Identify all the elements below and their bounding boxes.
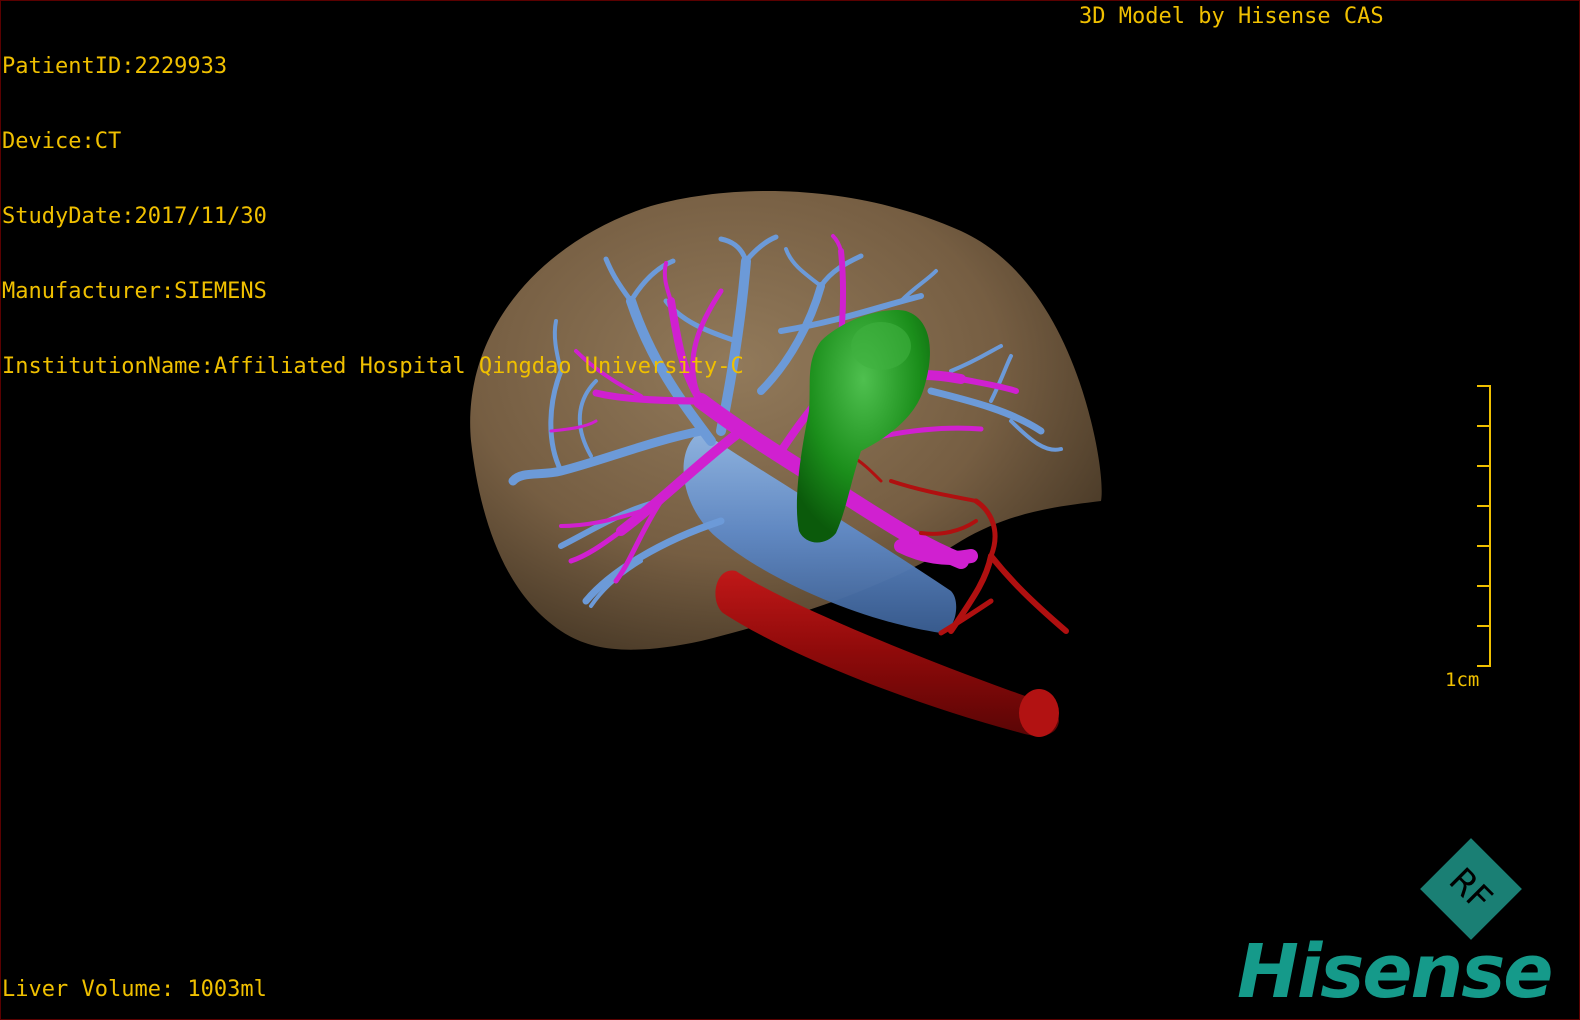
liver-volume-text: Liver Volume: 1003ml <box>2 977 267 1002</box>
patient-id-text: PatientID:2229933 <box>2 54 228 79</box>
hisense-logo: Hisense <box>1237 929 1553 1015</box>
device-text: Device:CT <box>2 129 122 154</box>
scale-bar <box>1477 385 1491 667</box>
study-date-text: StudyDate:2017/11/30 <box>2 204 267 229</box>
3d-viewer[interactable]: PatientID:2229933 Device:CT StudyDate:20… <box>0 0 1580 1020</box>
scale-label: 1cm <box>1445 669 1480 691</box>
institution-text: InstitutionName:Affiliated Hospital Qing… <box>2 354 744 379</box>
dicom-info-block: PatientID:2229933 Device:CT StudyDate:20… <box>2 4 744 429</box>
model-credit-text: 3D Model by Hisense CAS <box>1079 4 1384 29</box>
manufacturer-text: Manufacturer:SIEMENS <box>2 279 267 304</box>
